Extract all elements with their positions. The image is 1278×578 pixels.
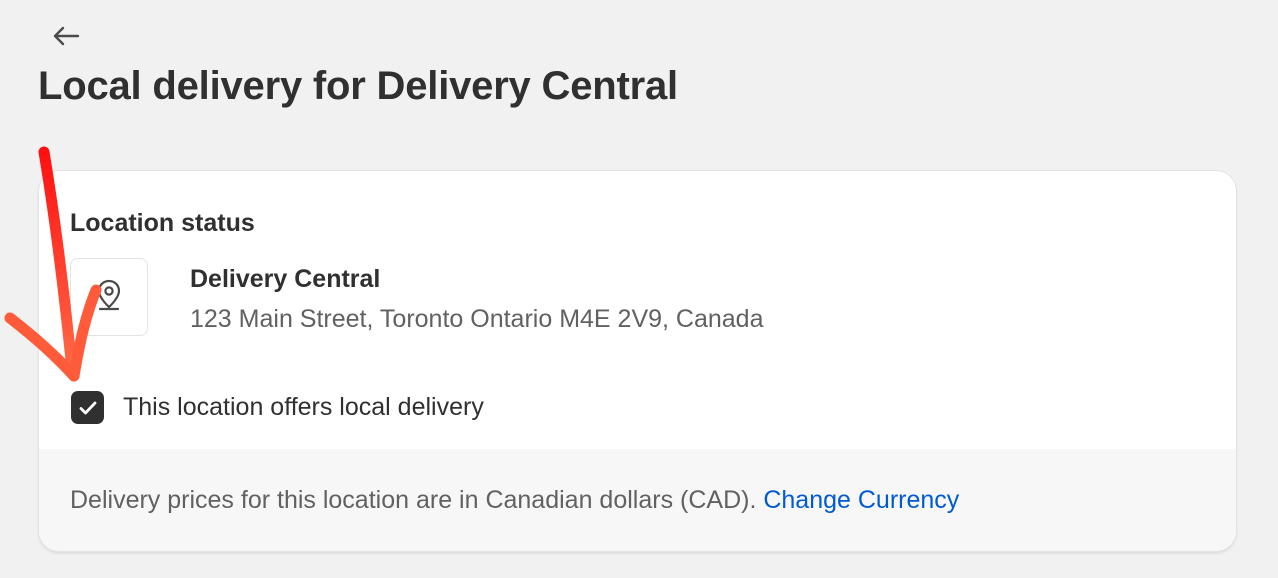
map-pin-icon: [96, 279, 122, 316]
location-address: 123 Main Street, Toronto Ontario M4E 2V9…: [190, 305, 764, 333]
local-delivery-label: This location offers local delivery: [123, 393, 484, 421]
local-delivery-checkbox[interactable]: [71, 391, 104, 424]
change-currency-link[interactable]: Change Currency: [763, 486, 959, 514]
card-body: Location status Delivery Central 123 Mai…: [39, 171, 1236, 449]
back-button[interactable]: [46, 20, 86, 56]
currency-note-text: Delivery prices for this location are in…: [70, 486, 757, 514]
card-footer: Delivery prices for this location are in…: [39, 449, 1236, 551]
checkmark-icon: [79, 401, 96, 414]
location-thumbnail: [70, 258, 148, 336]
arrow-left-icon: [52, 25, 80, 52]
local-delivery-checkbox-row[interactable]: This location offers local delivery: [71, 391, 484, 424]
page-title: Local delivery for Delivery Central: [38, 64, 678, 108]
section-title: Location status: [70, 209, 255, 237]
page: Local delivery for Delivery Central Loca…: [0, 0, 1278, 578]
location-name: Delivery Central: [190, 265, 381, 293]
location-status-card: Location status Delivery Central 123 Mai…: [39, 171, 1236, 551]
currency-note: Delivery prices for this location are in…: [70, 486, 959, 515]
